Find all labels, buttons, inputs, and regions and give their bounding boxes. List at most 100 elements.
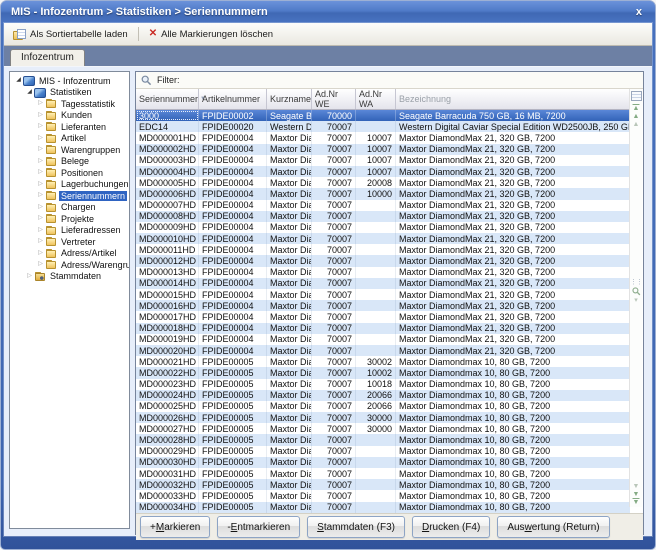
table-row[interactable]: MD000017HDFPIDE00004Maxtor Dia70007Maxto…	[136, 311, 630, 322]
filter-row[interactable]: Filter:	[136, 72, 643, 89]
expander-icon[interactable]: ◢	[25, 88, 34, 97]
scroll-to-bottom-icon[interactable]: ▼	[633, 499, 640, 507]
scroll-up-icon[interactable]: ▲	[633, 113, 640, 121]
table-row[interactable]: MD000004HDFPIDE00004Maxtor Dia7000710007…	[136, 166, 630, 177]
table-row[interactable]: MD000027HDFPIDE00005Maxtor Dia7000730000…	[136, 423, 630, 434]
tree-item-lagerbuchungen[interactable]: ▷Lagerbuchungen	[10, 179, 129, 191]
auswertung-return-button[interactable]: Auswertung (Return)	[497, 516, 609, 538]
tab-infozentrum[interactable]: Infozentrum	[10, 49, 85, 66]
tree-item-tagesstatistik[interactable]: ▷Tagesstatistik	[10, 98, 129, 110]
expander-icon[interactable]: ▷	[25, 272, 34, 281]
table-row[interactable]: MD000016HDFPIDE00004Maxtor Dia70007Maxto…	[136, 300, 630, 311]
table-row[interactable]: MD000026HDFPIDE00005Maxtor Dia7000730000…	[136, 412, 630, 423]
table-row[interactable]: MD000029HDFPIDE00005Maxtor Dia70007Maxto…	[136, 446, 630, 457]
tree-item-mis-infozentrum[interactable]: ◢MIS - Infozentrum	[10, 75, 129, 87]
tree-item-lieferanten[interactable]: ▷Lieferanten	[10, 121, 129, 133]
table-row[interactable]: MD000011HDFPIDE00004Maxtor Dia70007Maxto…	[136, 244, 630, 255]
load-sorttable-button[interactable]: Als Sortiertabelle laden	[8, 27, 133, 42]
stammdaten-f3-button[interactable]: Stammdaten (F3)	[307, 516, 405, 538]
table-row[interactable]: MD000001HDFPIDE00004Maxtor Dia7000710007…	[136, 132, 630, 143]
expander-icon[interactable]: ▷	[36, 260, 45, 269]
table-row[interactable]: MD000024HDFPIDE00005Maxtor Dia7000720066…	[136, 390, 630, 401]
scroll-to-top-icon[interactable]: ▲	[633, 105, 640, 113]
tree-item-belege[interactable]: ▷Belege	[10, 156, 129, 168]
column-header-bezeichnung[interactable]: Bezeichnung	[396, 89, 630, 109]
table-row[interactable]: MD000002HDFPIDE00004Maxtor Dia7000710007…	[136, 144, 630, 155]
table-row[interactable]: MD000015HDFPIDE00004Maxtor Dia70007Maxto…	[136, 289, 630, 300]
scroll-down-faded-icon[interactable]: ▼	[633, 483, 640, 491]
tree-item-statistiken[interactable]: ◢Statistiken	[10, 87, 129, 99]
table-row[interactable]: MD000007HDFPIDE00004Maxtor Dia70007Maxto…	[136, 200, 630, 211]
expander-icon[interactable]: ▷	[36, 145, 45, 154]
expander-icon[interactable]: ▷	[36, 122, 45, 131]
expander-icon[interactable]: ▷	[36, 168, 45, 177]
table-row[interactable]: MD000010HDFPIDE00004Maxtor Dia70007Maxto…	[136, 233, 630, 244]
scroll-up-faded-icon[interactable]: ▲	[633, 121, 640, 129]
expander-icon[interactable]: ◢	[14, 76, 23, 85]
table-row[interactable]: MD000020HDFPIDE00004Maxtor Dia70007Maxto…	[136, 345, 630, 356]
tree-item-adress-warengruppen[interactable]: ▷Adress/Warengruppen	[10, 259, 129, 271]
table-row[interactable]: MD000006HDFPIDE00004Maxtor Dia7000710000…	[136, 188, 630, 199]
table-row[interactable]: MD000028HDFPIDE00005Maxtor Dia70007Maxto…	[136, 434, 630, 445]
tree-item-stammdaten[interactable]: ▷Stammdaten	[10, 271, 129, 283]
table-row[interactable]: MD000021HDFPIDE00005Maxtor Dia7000730002…	[136, 356, 630, 367]
tree-item-projekte[interactable]: ▷Projekte	[10, 213, 129, 225]
table-row[interactable]: MD000034HDFPIDE00005Maxtor Dia70007Maxto…	[136, 502, 630, 513]
clear-marks-button[interactable]: ✕ Alle Markierungen löschen	[144, 27, 278, 42]
table-row[interactable]: EDC14FPIDE00020Western Di70007Western Di…	[136, 121, 630, 132]
expander-icon[interactable]: ▷	[36, 180, 45, 189]
expander-icon[interactable]: ▷	[36, 99, 45, 108]
expander-icon[interactable]: ▷	[36, 203, 45, 212]
tree-item-positionen[interactable]: ▷Positionen	[10, 167, 129, 179]
scroll-down-icon[interactable]: ▼	[633, 491, 640, 499]
table-row[interactable]: MD000023HDFPIDE00005Maxtor Dia7000710018…	[136, 379, 630, 390]
tree-item-kunden[interactable]: ▷Kunden	[10, 110, 129, 122]
table-row[interactable]: MD000013HDFPIDE00004Maxtor Dia70007Maxto…	[136, 267, 630, 278]
table-row[interactable]: MD000033HDFPIDE00005Maxtor Dia70007Maxto…	[136, 490, 630, 501]
entmarkieren-button[interactable]: - Entmarkieren	[217, 516, 300, 538]
table-row[interactable]: MD000014HDFPIDE00004Maxtor Dia70007Maxto…	[136, 278, 630, 289]
table-row[interactable]: MD000022HDFPIDE00005Maxtor Dia7000710002…	[136, 367, 630, 378]
table-row[interactable]: MD000018HDFPIDE00004Maxtor Dia70007Maxto…	[136, 323, 630, 334]
tree-item-warengruppen[interactable]: ▷Warengruppen	[10, 144, 129, 156]
expander-icon[interactable]: ▷	[36, 226, 45, 235]
scroll-search-icon[interactable]	[632, 287, 641, 296]
table-row[interactable]: MD000025HDFPIDE00005Maxtor Dia7000720066…	[136, 401, 630, 412]
table-row[interactable]: MD000009HDFPIDE00004Maxtor Dia70007Maxto…	[136, 222, 630, 233]
table-row[interactable]: MD000019HDFPIDE00004Maxtor Dia70007Maxto…	[136, 334, 630, 345]
tree-item-seriennummern[interactable]: ▷Seriennummern	[10, 190, 129, 202]
column-chooser-icon[interactable]	[631, 91, 642, 101]
table-row[interactable]: MD000005HDFPIDE00004Maxtor Dia7000720008…	[136, 177, 630, 188]
column-header-artikelnummer[interactable]: Artikelnummer	[199, 89, 267, 109]
column-header-adnr-wa[interactable]: Ad.Nr WA	[356, 89, 396, 109]
tree-item-artikel[interactable]: ▷Artikel	[10, 133, 129, 145]
tree-item-adress-artikel[interactable]: ▷Adress/Artikel	[10, 248, 129, 260]
column-header-kurzname[interactable]: Kurzname	[267, 89, 312, 109]
close-icon[interactable]: x	[636, 1, 642, 23]
tree-item-vertreter[interactable]: ▷Vertreter	[10, 236, 129, 248]
tree-item-chargen[interactable]: ▷Chargen	[10, 202, 129, 214]
table-row[interactable]: MD000030HDFPIDE00005Maxtor Dia70007Maxto…	[136, 457, 630, 468]
table-row[interactable]: MD000008HDFPIDE00004Maxtor Dia70007Maxto…	[136, 211, 630, 222]
table-row[interactable]: MD000012HDFPIDE00004Maxtor Dia70007Maxto…	[136, 255, 630, 266]
grid-scrollbar[interactable]: ▲ ▲ ▲ ⋮⋮ ▾ ▼ ▼ ▼	[629, 89, 642, 507]
tree-item-lieferadressen[interactable]: ▷Lieferadressen	[10, 225, 129, 237]
expander-icon[interactable]: ▷	[36, 214, 45, 223]
table-row[interactable]: MD000003HDFPIDE00004Maxtor Dia7000710007…	[136, 155, 630, 166]
expander-icon[interactable]: ▷	[36, 111, 45, 120]
title-bar[interactable]: MIS - Infozentrum > Statistiken > Serien…	[1, 1, 655, 23]
column-header-adnr-we[interactable]: Ad.Nr WE	[312, 89, 356, 109]
scrollbar-thumb[interactable]: ⋮⋮ ▾	[630, 279, 642, 305]
expander-icon[interactable]: ▷	[36, 157, 45, 166]
column-header-seriennummer[interactable]: Seriennummer▼	[136, 89, 199, 109]
table-row[interactable]: 3000FPIDE00002Seagate Ba70000Seagate Bar…	[136, 110, 630, 121]
table-row[interactable]: MD000032HDFPIDE00005Maxtor Dia70007Maxto…	[136, 479, 630, 490]
drucken-f4-button[interactable]: Drucken (F4)	[412, 516, 490, 538]
expander-icon[interactable]: ▷	[36, 249, 45, 258]
expander-icon[interactable]: ▷	[36, 134, 45, 143]
markieren-button[interactable]: + Markieren	[140, 516, 210, 538]
expander-icon[interactable]: ▷	[36, 237, 45, 246]
cell-adnr-we: 70007	[312, 132, 356, 143]
expander-icon[interactable]: ▷	[36, 191, 45, 200]
table-row[interactable]: MD000031HDFPIDE00005Maxtor Dia70007Maxto…	[136, 468, 630, 479]
